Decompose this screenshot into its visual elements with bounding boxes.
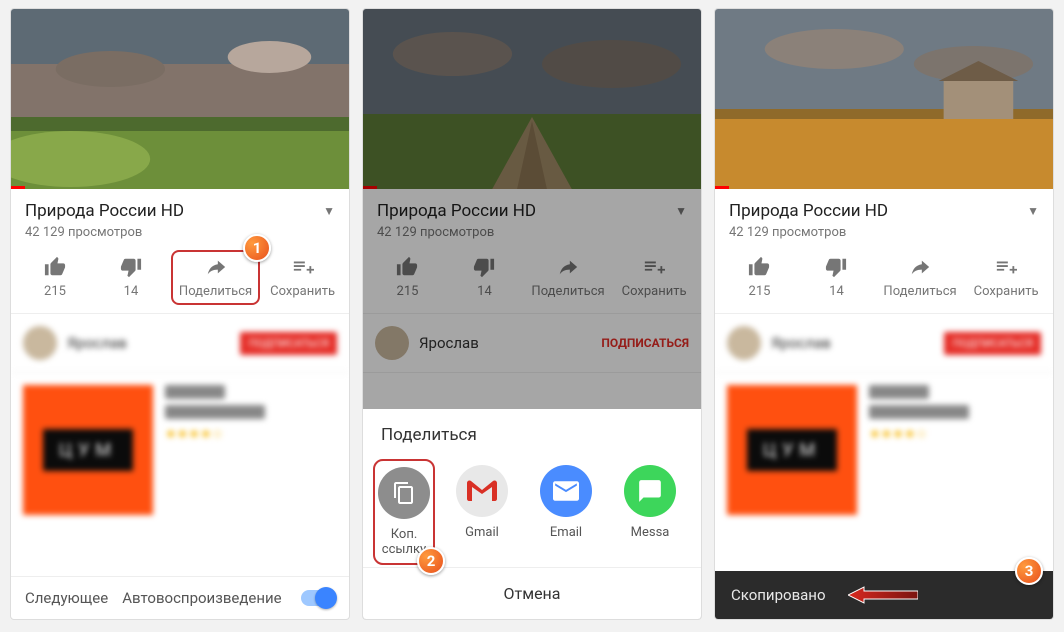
screen-1: Природа России HD ▼ 42 129 просмотров 21…: [10, 8, 350, 620]
promo-image: ЦУМ: [727, 385, 857, 515]
message-icon: [624, 465, 676, 517]
screen-3: Природа России HD ▼ 42 129 просмотров 21…: [714, 8, 1054, 620]
save-button[interactable]: Сохранить: [270, 256, 335, 299]
next-label: Следующее: [25, 589, 108, 607]
video-title[interactable]: Природа России HD: [729, 201, 888, 221]
arrow-left-icon: [848, 585, 918, 605]
channel-row[interactable]: Ярослав ПОДПИСАТЬСЯ: [715, 314, 1053, 373]
email-option[interactable]: Email: [535, 465, 597, 559]
view-count: 42 129 просмотров: [25, 225, 335, 240]
video-thumbnail[interactable]: [11, 9, 349, 189]
share-icon: [909, 256, 931, 278]
thumb-down-icon: [120, 256, 142, 278]
autoplay-toggle[interactable]: [301, 590, 335, 606]
playlist-add-icon: [292, 256, 314, 278]
message-label: Messa: [631, 525, 670, 540]
email-icon: [540, 465, 592, 517]
save-label: Сохранить: [974, 284, 1039, 299]
toast-text: Скопировано: [731, 586, 826, 604]
expand-icon[interactable]: ▼: [323, 204, 335, 218]
like-button[interactable]: 215: [25, 256, 85, 299]
step-badge-3: 3: [1015, 557, 1043, 585]
share-sheet: Поделиться Коп. ссылку Gmail Email: [363, 409, 701, 619]
copy-icon: [378, 467, 430, 519]
share-label: Поделиться: [179, 284, 252, 299]
share-button[interactable]: Поделиться: [883, 256, 956, 299]
promo-text: ★★★★☆: [869, 385, 1041, 515]
promo-text: ★★★★☆: [165, 385, 337, 515]
avatar: [727, 326, 761, 360]
playlist-add-icon: [995, 256, 1017, 278]
share-sheet-title: Поделиться: [363, 409, 701, 455]
dislike-button[interactable]: 14: [806, 256, 866, 299]
view-count: 42 129 просмотров: [729, 225, 1039, 240]
promo-card[interactable]: ЦУМ ★★★★☆: [11, 373, 349, 527]
step-badge-1: 1: [243, 234, 271, 262]
save-button[interactable]: Сохранить: [974, 256, 1039, 299]
thumb-up-icon: [748, 256, 770, 278]
copied-toast: Скопировано 3: [715, 571, 1053, 619]
progress-bar[interactable]: [11, 186, 25, 189]
channel-name: Ярослав: [67, 334, 230, 352]
video-meta: Природа России HD ▼ 42 129 просмотров: [11, 189, 349, 246]
gmail-option[interactable]: Gmail: [451, 465, 513, 559]
subscribe-button[interactable]: ПОДПИСАТЬСЯ: [944, 332, 1041, 355]
autoplay-row: Следующее Автовоспроизведение: [11, 576, 349, 619]
thumb-down-icon: [825, 256, 847, 278]
like-count: 215: [749, 284, 771, 299]
subscribe-button[interactable]: ПОДПИСАТЬСЯ: [240, 332, 337, 355]
action-bar: 215 14 Поделиться Сохранить 1: [11, 246, 349, 314]
channel-name: Ярослав: [771, 334, 934, 352]
dislike-count: 14: [829, 284, 844, 299]
dislike-button[interactable]: 14: [101, 256, 161, 299]
video-title[interactable]: Природа России HD: [25, 201, 184, 221]
video-meta: Природа России HD ▼ 42 129 просмотров: [715, 189, 1053, 246]
share-label: Поделиться: [883, 284, 956, 299]
video-thumbnail[interactable]: [715, 9, 1053, 189]
gmail-icon: [456, 465, 508, 517]
dislike-count: 14: [124, 284, 139, 299]
progress-bar[interactable]: [715, 186, 729, 189]
step-badge-2: 2: [417, 547, 445, 575]
save-label: Сохранить: [270, 284, 335, 299]
expand-icon[interactable]: ▼: [1027, 204, 1039, 218]
share-icon: [205, 256, 227, 278]
promo-image: ЦУМ: [23, 385, 153, 515]
email-label: Email: [550, 525, 582, 540]
promo-card[interactable]: ЦУМ ★★★★☆: [715, 373, 1053, 527]
autoplay-label: Автовоспроизведение: [122, 589, 281, 607]
message-option[interactable]: Messa: [619, 465, 681, 559]
like-button[interactable]: 215: [729, 256, 789, 299]
gmail-label: Gmail: [465, 525, 499, 540]
cancel-button[interactable]: Отмена: [363, 567, 701, 619]
share-options: Коп. ссылку Gmail Email Messa: [363, 455, 701, 567]
avatar: [23, 326, 57, 360]
screen-2: Природа России HD ▼ 42 129 просмотров 21…: [362, 8, 702, 620]
channel-row[interactable]: Ярослав ПОДПИСАТЬСЯ: [11, 314, 349, 373]
action-bar: 215 14 Поделиться Сохранить: [715, 246, 1053, 314]
like-count: 215: [44, 284, 66, 299]
thumb-up-icon: [44, 256, 66, 278]
